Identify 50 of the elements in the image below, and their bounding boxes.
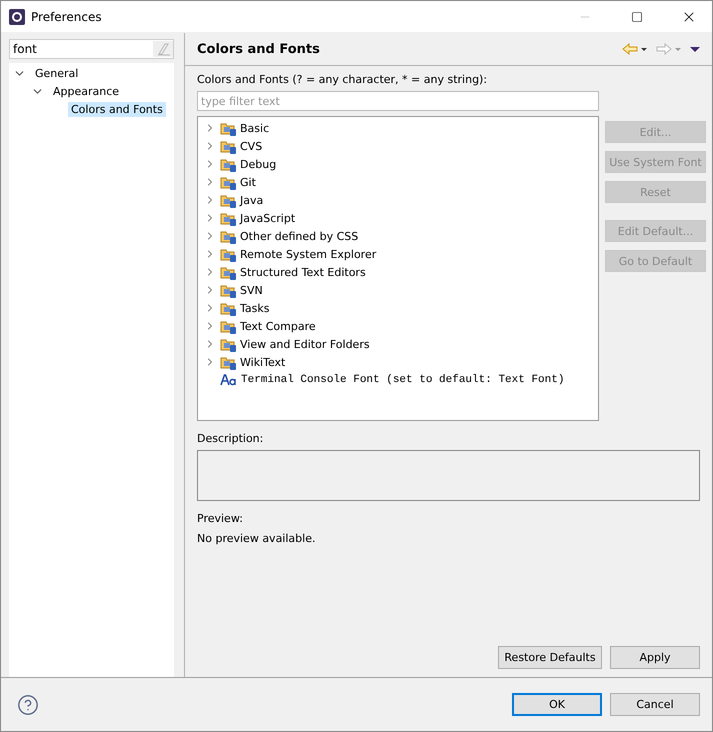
folder-icon [220,282,236,298]
tree-item[interactable]: Appearance [50,84,122,98]
folder-icon [220,336,236,352]
font-icon [220,374,237,386]
tree-item[interactable]: Basic [240,122,270,134]
tree-item[interactable]: Git [240,176,256,188]
tree-item[interactable]: Debug [240,158,276,170]
tree-item[interactable]: SVN [240,284,263,296]
folder-icon [220,156,236,172]
page-button[interactable]: Restore Defaults [498,646,602,669]
folder-icon [220,210,236,226]
folder-icon [220,138,236,154]
tree-item[interactable]: Text Compare [240,320,316,332]
tree-item[interactable]: Remote System Explorer [240,248,376,260]
tree-item[interactable]: WikiText [240,356,286,368]
help-icon[interactable] [17,694,39,716]
folder-icon [220,354,236,370]
folder-icon [220,120,236,136]
tree-item[interactable]: Structured Text Editors [240,266,366,278]
dialog-button[interactable]: OK [512,693,602,716]
tree-item[interactable]: JavaScript [240,212,296,224]
folder-icon [220,264,236,280]
page-button[interactable]: Apply [610,646,700,669]
tree-item[interactable]: View and Editor Folders [240,338,370,350]
filter-input[interactable]: type filter text [197,91,599,111]
tree-item[interactable]: General [32,66,82,80]
folder-icon [220,192,236,208]
folder-icon [220,228,236,244]
filter-field[interactable]: font [9,39,174,59]
tree-item[interactable]: CVS [240,140,262,152]
tree-item[interactable]: Colors and Fonts [68,102,166,116]
tree-item[interactable]: Terminal Console Font (set to default: Text Font) [241,374,564,386]
folder-icon [220,318,236,334]
filter-label: Colors and Fonts (? = any character, * = any string): [197,72,488,88]
tree-item[interactable]: Java [240,194,264,206]
maximize-icon[interactable] [631,10,643,22]
forward-arrow-icon[interactable] [656,43,672,55]
app-icon [9,8,25,24]
page-title: Colors and Fonts [197,42,321,56]
folder-icon [220,174,236,190]
dialog-button[interactable]: Cancel [610,693,700,716]
window-title: Preferences [31,10,103,24]
tree-item[interactable]: Tasks [240,302,270,314]
folder-icon [220,300,236,316]
preview-label: Preview: [197,511,244,527]
preview-text: No preview available. [197,531,316,547]
description-label: Description: [197,431,264,447]
tree-item[interactable]: Other defined by CSS [240,230,358,242]
folder-icon [220,246,236,262]
eraser-icon [153,41,173,57]
